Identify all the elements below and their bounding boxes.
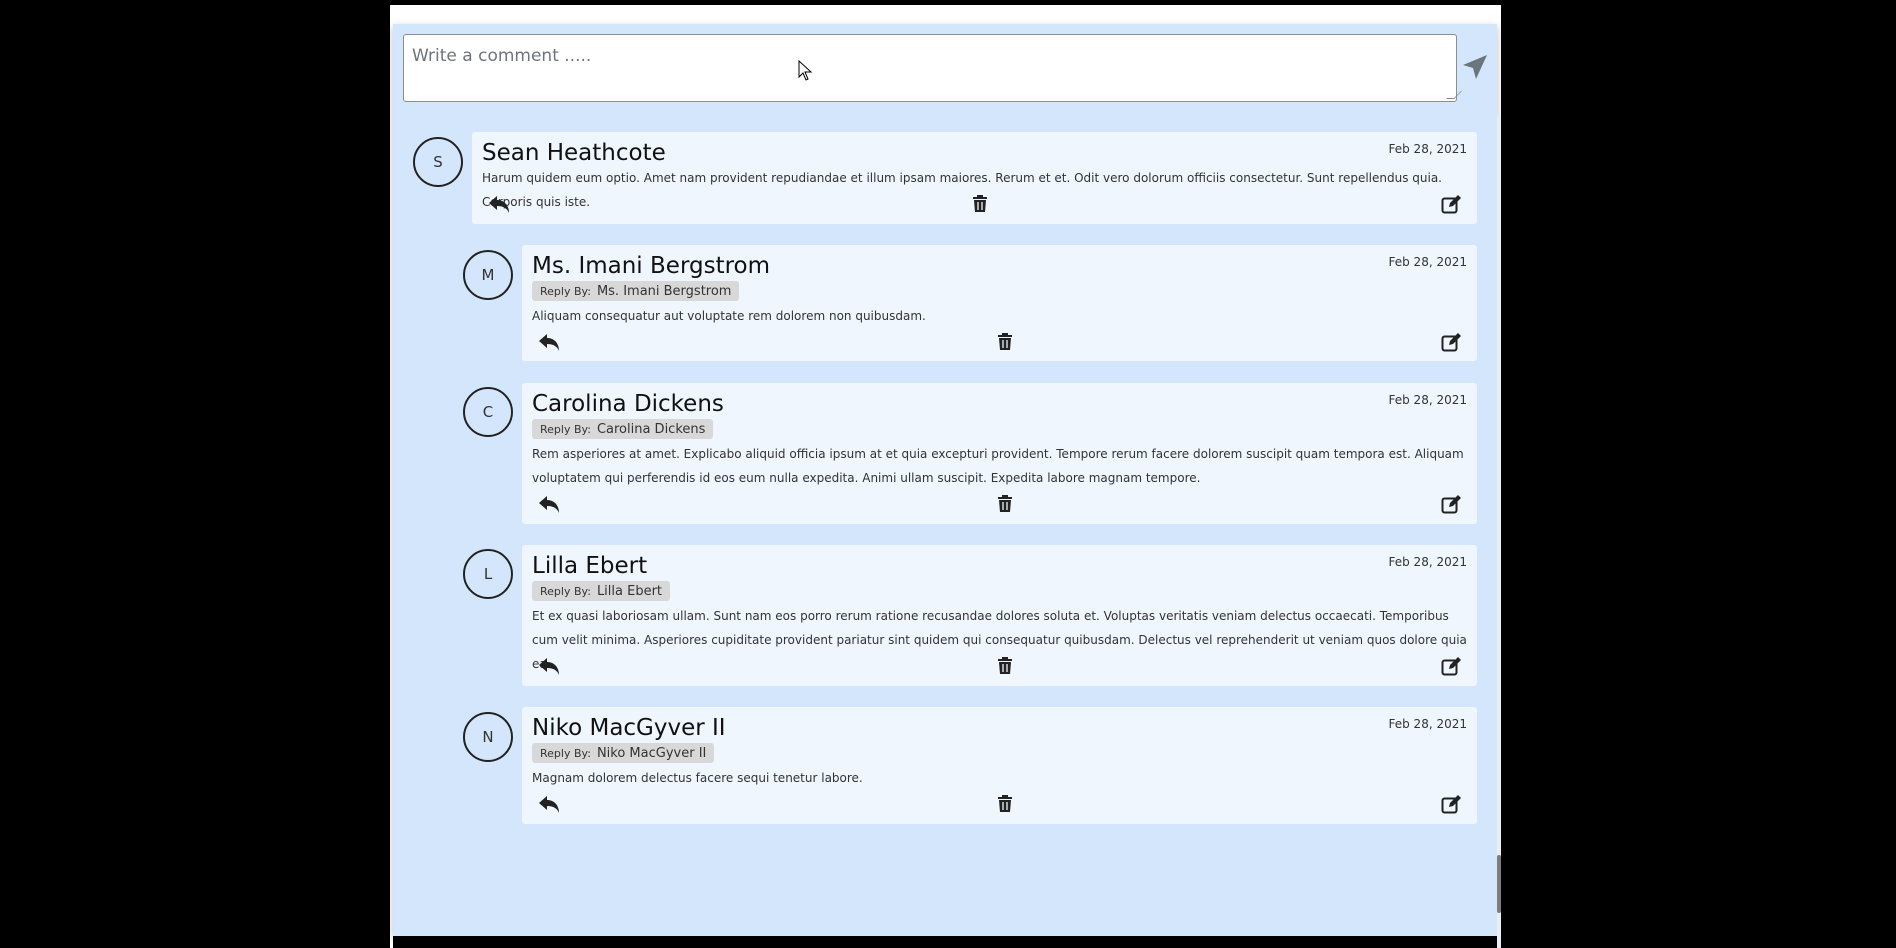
avatar: S (413, 137, 463, 187)
comment-actions (532, 492, 1467, 516)
comment-actions (532, 330, 1467, 354)
trash-icon[interactable] (997, 656, 1013, 675)
avatar-initial: L (483, 565, 493, 583)
reply-arrow-icon[interactable] (488, 194, 510, 214)
reply-by-badge: Reply By: Niko MacGyver II (532, 743, 715, 763)
comment-date: Feb 28, 2021 (1388, 255, 1468, 269)
mouse-cursor-icon (798, 60, 813, 81)
edit-icon[interactable] (1441, 794, 1461, 814)
comment-body: Magnam dolorem delectus facere sequi ten… (532, 771, 863, 785)
avatar-initial: M (481, 266, 495, 284)
avatar-initial: C (482, 403, 494, 421)
avatar: L (463, 549, 513, 599)
comment-date: Feb 28, 2021 (1388, 142, 1468, 156)
reply-by-name: Ms. Imani Bergstrom (596, 283, 732, 299)
comment-actions (482, 192, 1467, 216)
comment-actions (532, 792, 1467, 816)
comment-actions (532, 654, 1467, 678)
comment-date: Feb 28, 2021 (1388, 555, 1468, 569)
comment-input-placeholder: Write a comment ..... (412, 46, 592, 66)
reply-arrow-icon[interactable] (538, 332, 560, 352)
page-top-strip (390, 5, 1501, 24)
trash-icon[interactable] (972, 194, 988, 213)
comment-input[interactable]: Write a comment ..... (403, 34, 1462, 102)
comment-card: Lilla Ebert Feb 28, 2021 Reply By: Lilla… (522, 545, 1477, 686)
edit-icon[interactable] (1441, 332, 1461, 352)
screen: Write a comment ..... S Sean Heathcote F… (0, 0, 1896, 948)
comment-body: Rem asperiores at amet. Explicabo aliqui… (532, 447, 1464, 485)
comment-card: Carolina Dickens Feb 28, 2021 Reply By: … (522, 383, 1477, 524)
paper-plane-icon[interactable] (1462, 54, 1488, 80)
trash-icon[interactable] (997, 332, 1013, 351)
scrollbar-track[interactable] (1497, 116, 1501, 948)
reply-by-label: Reply By: (540, 284, 591, 298)
comment-date: Feb 28, 2021 (1388, 393, 1468, 407)
reply-by-name: Lilla Ebert (596, 583, 663, 599)
scrollbar-thumb[interactable] (1497, 855, 1501, 913)
avatar: N (463, 712, 513, 762)
edit-icon[interactable] (1441, 194, 1461, 214)
avatar-initial: N (482, 728, 494, 746)
comment-card: Sean Heathcote Feb 28, 2021 Harum quidem… (472, 132, 1477, 224)
reply-by-label: Reply By: (540, 584, 591, 598)
comment-author: Niko MacGyver II (532, 715, 726, 741)
comment-author: Sean Heathcote (482, 140, 666, 166)
reply-arrow-icon[interactable] (538, 494, 560, 514)
comment-card: Niko MacGyver II Feb 28, 2021 Reply By: … (522, 707, 1477, 824)
reply-by-badge: Reply By: Lilla Ebert (532, 581, 671, 601)
reply-by-label: Reply By: (540, 422, 591, 436)
reply-by-name: Niko MacGyver II (596, 745, 707, 761)
edit-icon[interactable] (1441, 656, 1461, 676)
trash-icon[interactable] (997, 494, 1013, 513)
avatar: M (463, 250, 513, 300)
reply-by-badge: Reply By: Ms. Imani Bergstrom (532, 281, 740, 301)
reply-arrow-icon[interactable] (538, 794, 560, 814)
comment-author: Lilla Ebert (532, 553, 648, 579)
reply-by-label: Reply By: (540, 746, 591, 760)
comment-body: Aliquam consequatur aut voluptate rem do… (532, 309, 926, 323)
reply-by-badge: Reply By: Carolina Dickens (532, 419, 714, 439)
comment-author: Carolina Dickens (532, 391, 724, 417)
avatar: C (463, 387, 513, 437)
reply-arrow-icon[interactable] (538, 656, 560, 676)
comment-date: Feb 28, 2021 (1388, 717, 1468, 731)
trash-icon[interactable] (997, 794, 1013, 813)
comment-author: Ms. Imani Bergstrom (532, 253, 771, 279)
comment-card: Ms. Imani Bergstrom Feb 28, 2021 Reply B… (522, 245, 1477, 361)
reply-by-name: Carolina Dickens (596, 421, 706, 437)
edit-icon[interactable] (1441, 494, 1461, 514)
avatar-initial: S (433, 153, 443, 171)
